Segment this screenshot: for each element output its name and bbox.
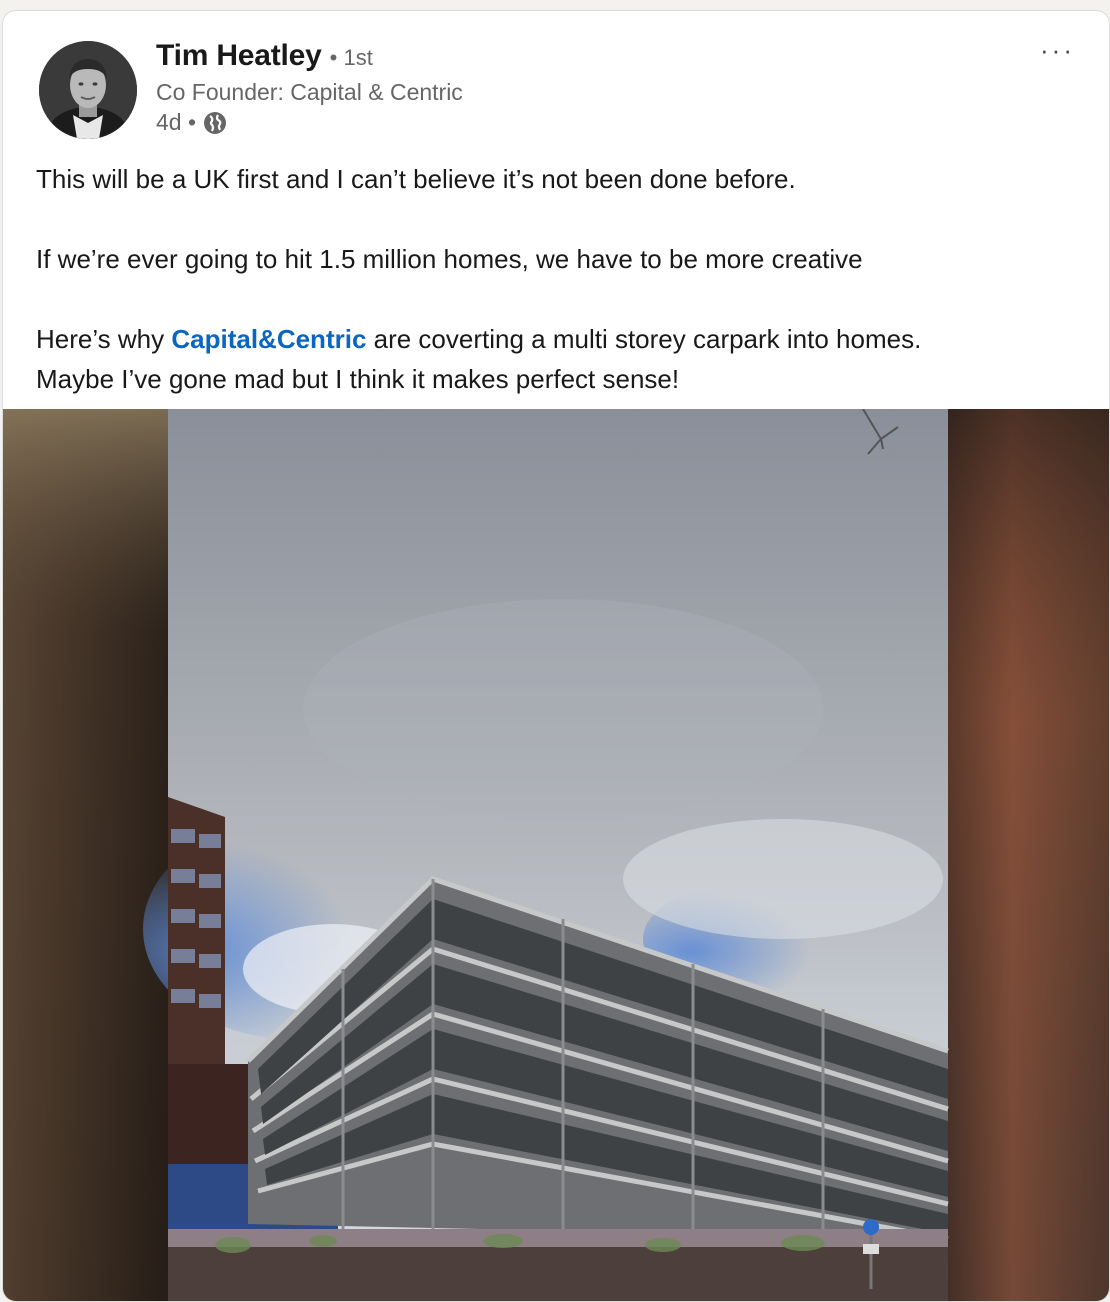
- post-line-3-prefix: Here’s why: [36, 324, 172, 354]
- video-frame: [3, 409, 1109, 1301]
- post-line-2: If we’re ever going to hit 1.5 million h…: [36, 244, 863, 274]
- author-name-row: Tim Heatley • 1st: [156, 39, 373, 73]
- author-headline: Co Founder: Capital & Centric: [156, 79, 463, 105]
- post-line-3-suffix: are coverting a multi storey carpark int…: [366, 324, 922, 354]
- author-avatar[interactable]: [39, 41, 137, 139]
- post-timestamp: 4d •: [156, 109, 197, 135]
- company-mention-link[interactable]: Capital&Centric: [171, 324, 366, 354]
- post-video[interactable]: [3, 409, 1109, 1301]
- post-line-3: Here’s why Capital&Centric are coverting…: [36, 319, 1076, 359]
- author-name[interactable]: Tim Heatley: [156, 39, 322, 73]
- post-line-4: Maybe I’ve gone mad but I think it makes…: [36, 364, 680, 394]
- post-line-1: This will be a UK first and I can’t beli…: [36, 164, 796, 194]
- connection-degree: • 1st: [329, 45, 373, 70]
- post-text: This will be a UK first and I can’t beli…: [36, 159, 1076, 399]
- more-options-button[interactable]: ···: [1040, 37, 1075, 63]
- globe-icon: [204, 111, 227, 134]
- post-card: Tim Heatley • 1st Co Founder: Capital & …: [2, 10, 1110, 1302]
- post-meta: 4d •: [156, 109, 228, 136]
